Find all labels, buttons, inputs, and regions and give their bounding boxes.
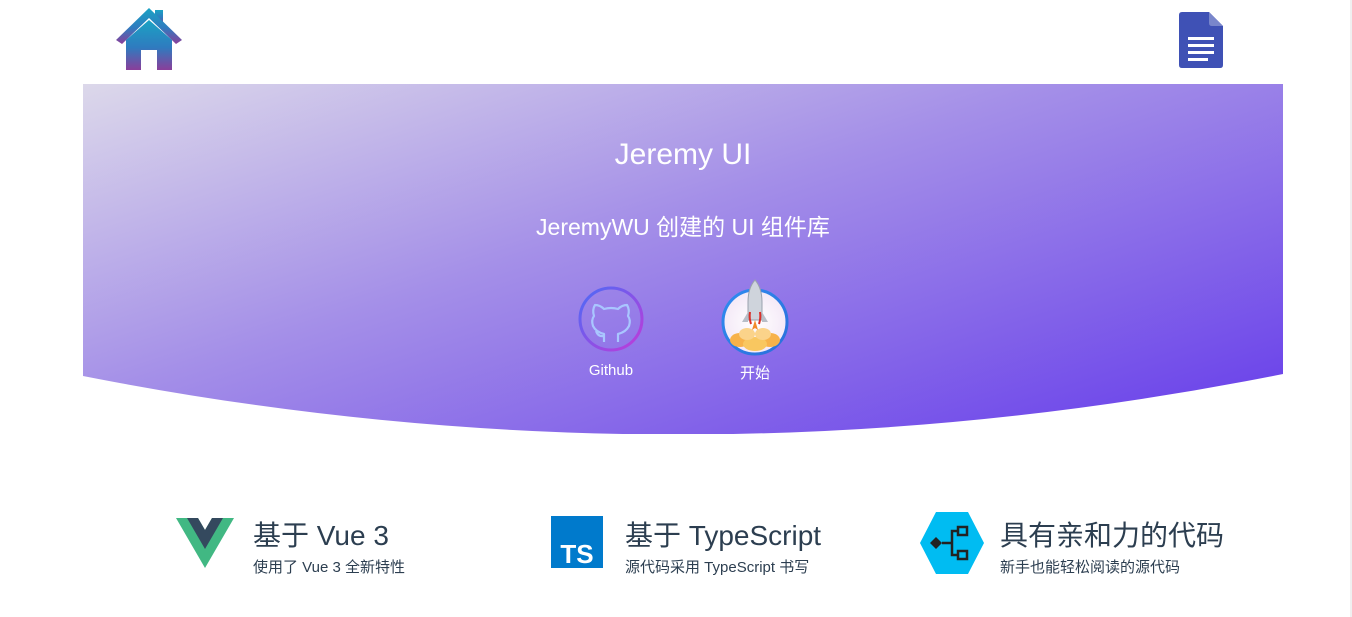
- feature-description: 源代码采用 TypeScript 书写: [625, 559, 810, 576]
- vue-logo-icon: [176, 516, 234, 573]
- house-icon[interactable]: [115, 6, 183, 72]
- start-button[interactable]: 开始: [715, 279, 795, 384]
- typescript-logo-icon: TS: [551, 516, 603, 573]
- feature-title: 基于 Vue 3: [253, 520, 389, 551]
- hero-subtitle: JeremyWU 创建的 UI 组件库: [536, 214, 830, 240]
- rocket-icon: [720, 278, 790, 356]
- github-label: Github: [588, 362, 634, 379]
- top-nav: [83, 0, 1283, 84]
- github-button[interactable]: Github: [571, 284, 651, 384]
- feature-title: 具有亲和力的代码: [1000, 520, 1225, 551]
- hero-background: [83, 84, 1283, 434]
- hero-title: Jeremy UI: [614, 138, 752, 171]
- feature-title: 基于 TypeScript: [625, 520, 822, 551]
- feature-description: 使用了 Vue 3 全新特性: [253, 559, 405, 576]
- code-flow-icon: [920, 510, 984, 581]
- svg-text:TS: TS: [560, 539, 593, 568]
- features-section: 基于 Vue 3 使用了 Vue 3 全新特性 TS 基于 TypeScript…: [0, 500, 1352, 600]
- hero-banner: Jeremy UI JeremyWU 创建的 UI 组件库 Github 开始: [83, 84, 1283, 434]
- page: Jeremy UI JeremyWU 创建的 UI 组件库 Github 开始 …: [0, 0, 1352, 617]
- document-icon[interactable]: [1179, 12, 1223, 68]
- github-icon: [578, 286, 644, 352]
- feature-description: 新手也能轻松阅读的源代码: [1000, 559, 1181, 576]
- start-label: 开始: [739, 365, 770, 382]
